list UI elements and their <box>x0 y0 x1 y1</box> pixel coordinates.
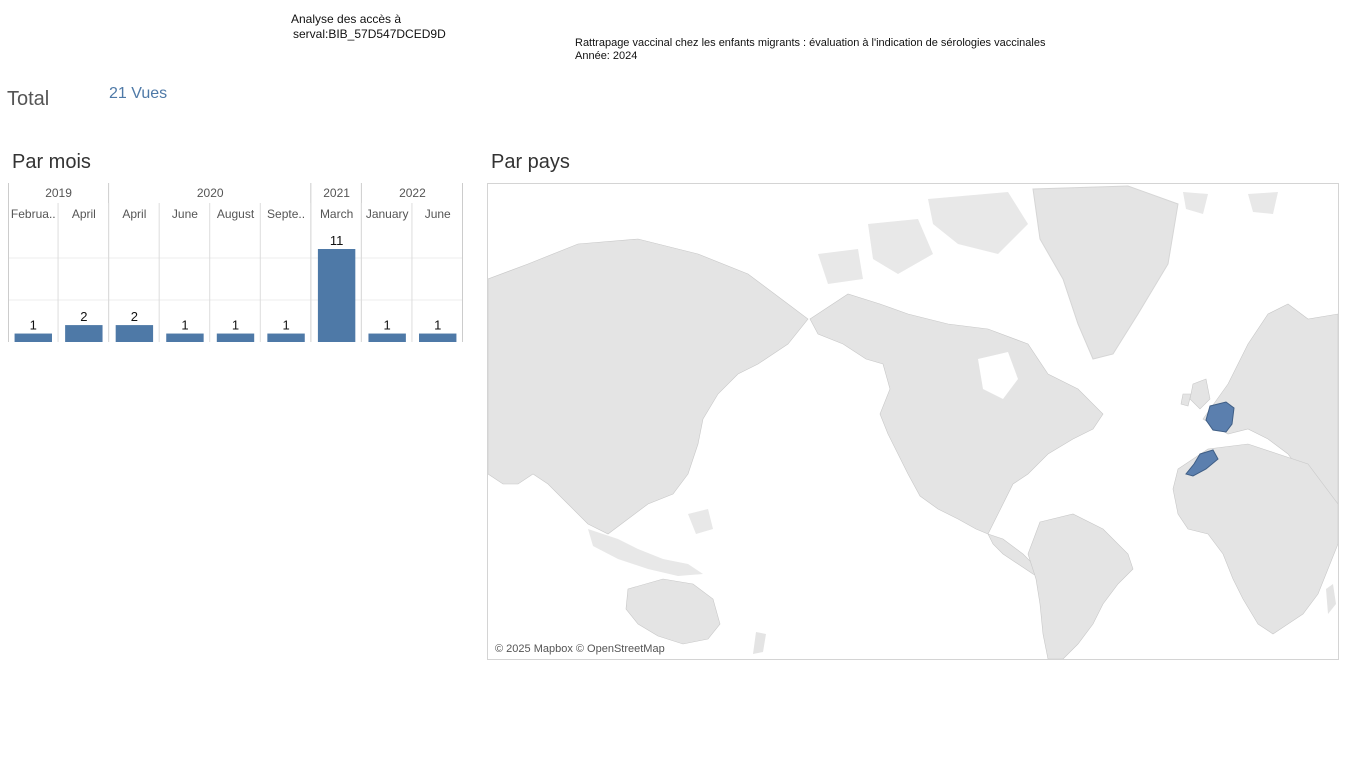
month-label: August <box>217 207 255 221</box>
country-map[interactable]: © 2025 Mapbox © OpenStreetMap <box>487 183 1339 660</box>
map-attribution: © 2025 Mapbox © OpenStreetMap <box>495 643 665 655</box>
bar <box>14 333 52 342</box>
bar <box>65 325 103 342</box>
document-year: Année: 2024 <box>575 50 638 62</box>
land-new-zealand <box>753 632 766 654</box>
data-label: 1 <box>181 318 188 333</box>
monthly-views-chart: 2019 2020 2021 2022 Februa.. 1 April 2 April 2 Jun… <box>8 183 463 342</box>
bar <box>419 333 457 342</box>
month-label: Septe.. <box>267 207 305 221</box>
bar <box>368 333 406 342</box>
data-label: 1 <box>434 318 441 333</box>
country-france[interactable] <box>1205 401 1235 433</box>
bar <box>166 333 204 342</box>
month-label: January <box>366 207 409 221</box>
data-label: 1 <box>384 318 391 333</box>
month-label: June <box>172 207 198 221</box>
bar <box>216 333 255 342</box>
land-south-america <box>1027 513 1134 659</box>
bar <box>115 325 154 342</box>
document-info: Rattrapage vaccinal chez les enfants mig… <box>575 37 1045 63</box>
year-label: 2019 <box>45 186 72 200</box>
month-label: April <box>122 207 146 221</box>
world-map <box>488 185 1338 659</box>
year-label: 2020 <box>197 186 224 200</box>
by-country-title: Par pays <box>491 151 570 173</box>
month-label: April <box>72 207 96 221</box>
data-label: 2 <box>131 309 138 324</box>
analysis-title-line2: serval:BIB_57D547DCED9D <box>293 27 446 41</box>
year-label: 2021 <box>323 186 350 200</box>
analysis-title-line1: Analyse des accès à <box>291 12 402 26</box>
year-label: 2022 <box>399 186 426 200</box>
data-label: 2 <box>80 309 87 324</box>
land-eurasia <box>488 238 809 535</box>
land-uk <box>1180 378 1211 410</box>
document-title: Rattrapage vaccinal chez les enfants mig… <box>575 37 1046 49</box>
bar <box>317 249 356 342</box>
by-month-title: Par mois <box>12 151 91 173</box>
total-label: Total <box>7 88 50 110</box>
data-label: 11 <box>330 233 344 248</box>
total-views-value: 21 Vues <box>109 85 168 102</box>
bar <box>267 333 305 342</box>
land-madagascar <box>1326 584 1336 614</box>
land-australia <box>625 578 721 645</box>
analysis-title: Analyse des accès à serval:BIB_57D547DCE… <box>291 12 446 42</box>
land-greenland <box>1032 185 1179 360</box>
data-label: 1 <box>30 318 37 333</box>
month-label: June <box>425 207 451 221</box>
data-label: 1 <box>282 318 289 333</box>
land-north-america <box>809 293 1104 535</box>
month-label: Februa.. <box>11 207 56 221</box>
data-label: 1 <box>232 318 239 333</box>
month-label: March <box>320 207 353 221</box>
